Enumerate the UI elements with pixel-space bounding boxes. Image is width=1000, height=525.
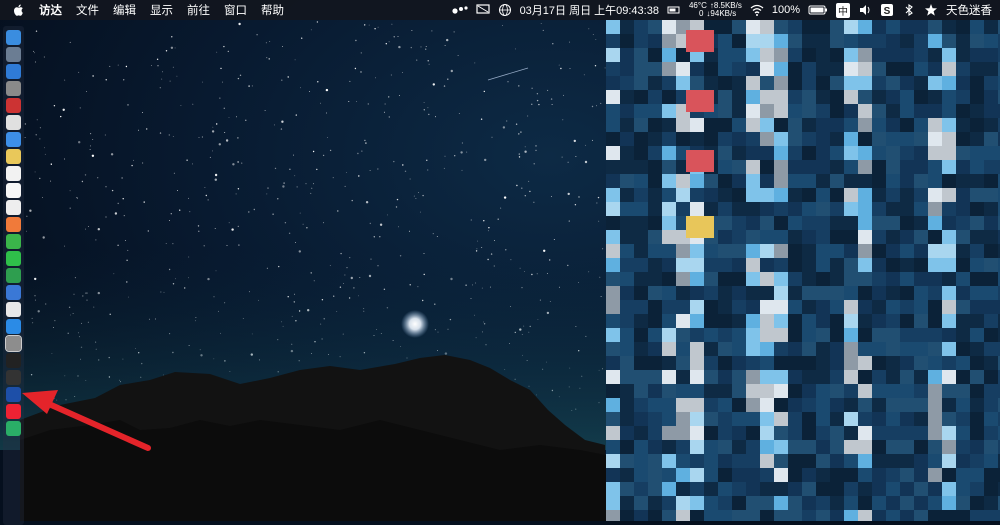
dock-numbers-icon[interactable]	[6, 268, 21, 283]
menu-finder[interactable]: 访达	[32, 2, 69, 18]
battery-monitor-icon[interactable]	[667, 3, 681, 17]
temperature-label: 46°C	[688, 1, 707, 10]
menu-view[interactable]: 显示	[143, 2, 180, 18]
menu-file[interactable]: 文件	[69, 2, 106, 18]
dock-terminal-icon[interactable]	[6, 353, 21, 368]
apple-logo-icon[interactable]	[12, 3, 26, 17]
dock-textedit-icon[interactable]	[6, 200, 21, 215]
dock-finder-icon[interactable]	[6, 30, 21, 45]
desktop	[0, 0, 1000, 521]
dock-photos-icon[interactable]	[6, 217, 21, 232]
dock-itunes-icon[interactable]	[6, 302, 21, 317]
zero-label: 0	[698, 9, 704, 18]
dock-reminders-icon[interactable]	[6, 183, 21, 198]
menu-bar: 访达 文件 编辑 显示 前往 窗口 帮助 03月17日 周日 上午09:43:3…	[0, 0, 1000, 20]
wifi-icon[interactable]	[750, 3, 764, 17]
dock	[3, 26, 24, 525]
dock-preview-icon[interactable]	[6, 115, 21, 130]
net-stats[interactable]: 46°C ↑8.5KB/s 0 ↓94KB/s	[689, 2, 742, 18]
menu-help[interactable]: 帮助	[254, 2, 291, 18]
screen-mirror-icon[interactable]	[475, 3, 490, 17]
bluetooth-icon[interactable]	[902, 3, 916, 17]
menu-window[interactable]: 窗口	[217, 2, 254, 18]
dock-wechat-icon[interactable]	[6, 421, 21, 436]
clock-datetime[interactable]: 03月17日 周日 上午09:43:38	[520, 2, 659, 18]
battery-icon[interactable]	[808, 3, 828, 17]
sogou-icon[interactable]: S	[880, 3, 894, 17]
dock-system-preferences-icon[interactable]	[5, 335, 22, 352]
dock-keynote-icon[interactable]	[6, 285, 21, 300]
dock-rocket-icon[interactable]	[6, 81, 21, 96]
dock-notes-icon[interactable]	[6, 149, 21, 164]
menu-edit[interactable]: 编辑	[106, 2, 143, 18]
dock-messages-icon[interactable]	[6, 234, 21, 249]
dock-launchpad-icon[interactable]	[6, 47, 21, 62]
download-speed: ↓94KB/s	[706, 9, 737, 18]
input-method[interactable]: 中	[836, 2, 850, 18]
dock-safari-compass-icon[interactable]	[6, 132, 21, 147]
user-name[interactable]: 天色迷香	[946, 2, 992, 18]
dock-safari-icon[interactable]	[6, 64, 21, 79]
svg-text:S: S	[884, 6, 891, 17]
blurred-desktop-icons	[606, 20, 1000, 521]
battery-percent[interactable]: 100%	[772, 4, 800, 16]
volume-icon[interactable]	[858, 3, 872, 17]
menu-go[interactable]: 前往	[180, 2, 217, 18]
dock-facetime-icon[interactable]	[6, 251, 21, 266]
cloud-dots-icon[interactable]	[448, 3, 468, 17]
star-icon[interactable]	[924, 3, 938, 17]
dock-ical-icon[interactable]	[6, 166, 21, 181]
dock-calendar-mini-icon[interactable]	[6, 98, 21, 113]
dock-vpn-icon[interactable]	[6, 387, 21, 402]
dock-activity-monitor-icon[interactable]	[6, 370, 21, 385]
dock-yandex-icon[interactable]	[6, 404, 21, 419]
bright-star	[401, 310, 429, 338]
dock-app-store-icon[interactable]	[6, 319, 21, 334]
globe-icon[interactable]	[498, 3, 512, 17]
